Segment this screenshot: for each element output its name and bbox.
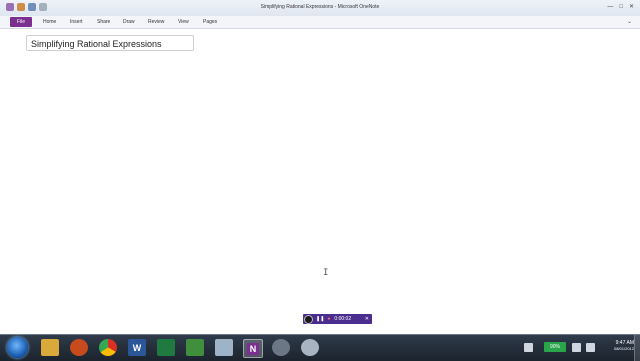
tab-share[interactable]: Share [97,18,110,26]
notepad-icon[interactable] [215,339,233,356]
start-button[interactable] [7,337,28,358]
clock[interactable]: 9:47 AM 08/01/2012 [614,340,634,351]
recorder-logo-icon [304,314,313,324]
show-desktop-button[interactable] [634,335,640,361]
onenote-icon[interactable]: N [243,339,263,358]
tab-draw[interactable]: Draw [123,18,135,26]
title-bar: Simplifying Rational Expressions - Micro… [0,0,640,17]
folder-icon[interactable] [41,339,59,356]
tab-view[interactable]: View [178,18,189,26]
window-title: Simplifying Rational Expressions - Micro… [260,4,380,10]
screen-recorder-bar: ❚❚ ● 0:00:02 ✕ [303,314,372,324]
volume-icon[interactable] [572,343,581,352]
close-button[interactable]: ✕ [629,3,634,11]
minimize-button[interactable]: — [607,3,613,11]
clock-date: 08/01/2012 [613,346,634,351]
word-icon[interactable]: W [128,339,146,356]
tab-review[interactable]: Review [148,18,164,26]
settings-icon[interactable] [272,339,290,356]
text-cursor-icon: I [323,268,329,278]
media-player-icon[interactable] [70,339,88,356]
chrome-icon[interactable] [99,339,117,356]
excel-icon[interactable] [157,339,175,356]
flag-icon[interactable] [586,343,595,352]
window-controls: — □ ✕ [607,3,634,11]
page-title[interactable]: Simplifying Rational Expressions [26,35,194,51]
tab-insert[interactable]: Insert [70,18,83,26]
pause-icon[interactable]: ❚❚ [316,316,324,322]
record-icon[interactable]: ● [327,316,330,322]
system-tray: 90% 9:47 AM 08/01/2012 [520,335,640,361]
recorder-close-icon[interactable]: ✕ [365,316,369,322]
recording-time: 0:00:02 [334,316,352,322]
expand-ribbon-icon[interactable]: ⌄ [627,18,632,25]
tab-file[interactable]: File [10,17,32,27]
tab-home[interactable]: Home [43,18,56,26]
maximize-button[interactable]: □ [619,3,623,11]
tool-icon[interactable] [301,339,319,356]
battery-indicator[interactable]: 90% [544,342,566,352]
tab-pages[interactable]: Pages [203,18,217,26]
calculator-icon[interactable] [186,339,204,356]
ribbon-tabs: File Home Insert Share Draw Review View … [0,16,640,29]
network-icon[interactable] [524,343,533,352]
taskbar: W N 90% 9:47 AM 08/01/2012 [0,334,640,361]
